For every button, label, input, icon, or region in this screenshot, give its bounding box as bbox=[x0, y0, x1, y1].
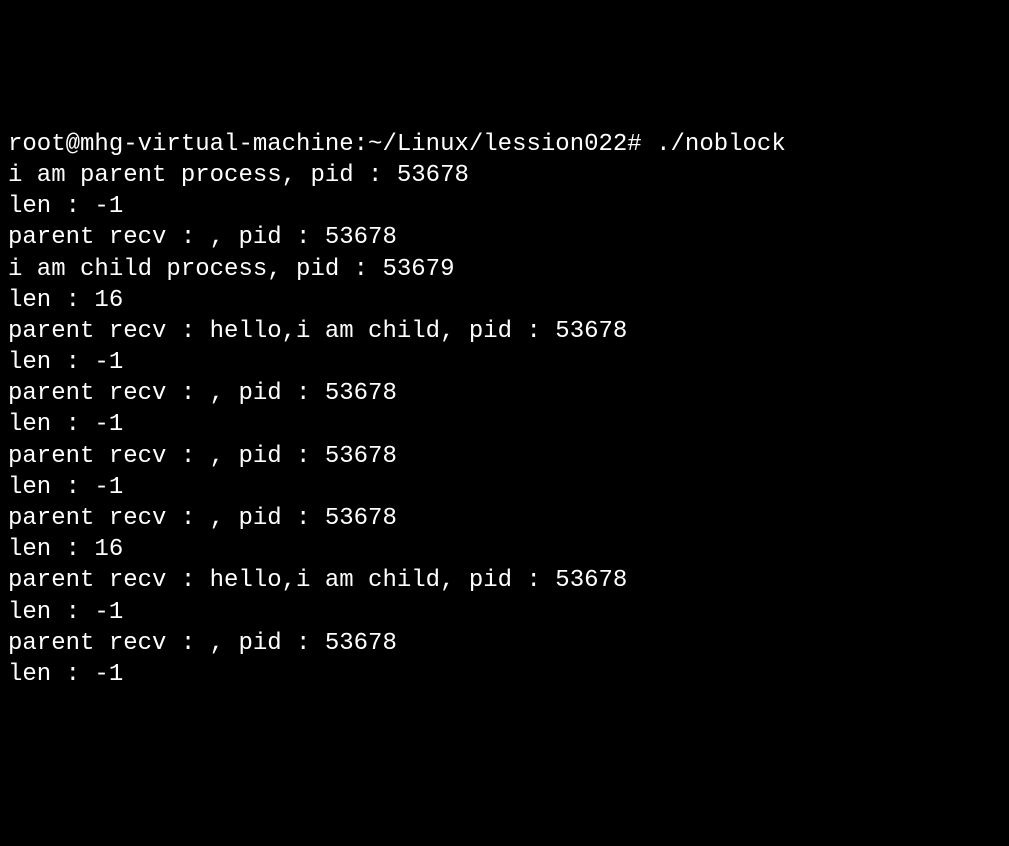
terminal-line: len : 16 bbox=[8, 534, 1001, 565]
terminal-line: len : -1 bbox=[8, 597, 1001, 628]
terminal-line: parent recv : , pid : 53678 bbox=[8, 503, 1001, 534]
terminal-line: len : -1 bbox=[8, 659, 1001, 690]
terminal-line: parent recv : , pid : 53678 bbox=[8, 628, 1001, 659]
terminal-line: parent recv : , pid : 53678 bbox=[8, 222, 1001, 253]
terminal-line: parent recv : , pid : 53678 bbox=[8, 378, 1001, 409]
terminal-line: len : 16 bbox=[8, 285, 1001, 316]
terminal-output[interactable]: root@mhg-virtual-machine:~/Linux/lession… bbox=[8, 129, 1001, 690]
terminal-line: parent recv : hello,i am child, pid : 53… bbox=[8, 565, 1001, 596]
terminal-line: parent recv : , pid : 53678 bbox=[8, 441, 1001, 472]
terminal-line: len : -1 bbox=[8, 472, 1001, 503]
terminal-line: parent recv : hello,i am child, pid : 53… bbox=[8, 316, 1001, 347]
terminal-line: len : -1 bbox=[8, 191, 1001, 222]
terminal-line: len : -1 bbox=[8, 409, 1001, 440]
terminal-line: len : -1 bbox=[8, 347, 1001, 378]
terminal-line: root@mhg-virtual-machine:~/Linux/lession… bbox=[8, 129, 1001, 160]
terminal-line: i am child process, pid : 53679 bbox=[8, 254, 1001, 285]
terminal-line: i am parent process, pid : 53678 bbox=[8, 160, 1001, 191]
